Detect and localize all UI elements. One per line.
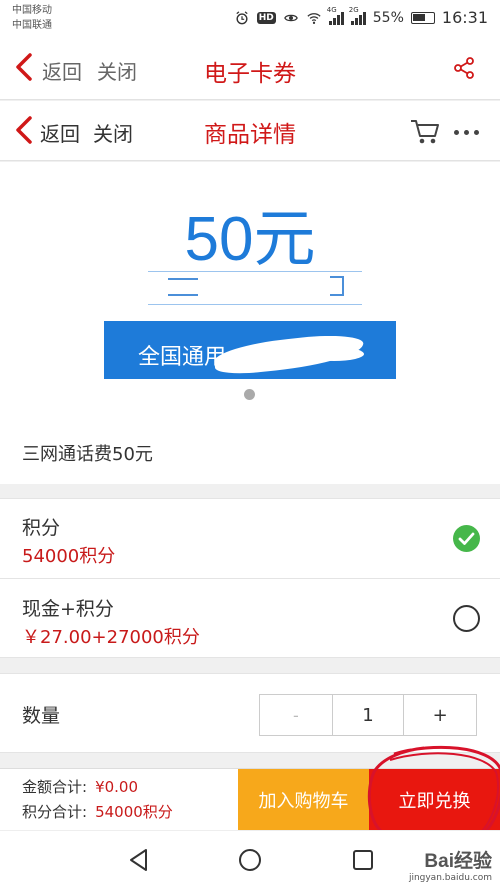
share-icon[interactable] xyxy=(452,56,476,80)
card-banner-text: 全国通用 xyxy=(138,345,227,370)
hd-icon: HD xyxy=(256,11,276,24)
watermark-url: jingyan.baidu.com xyxy=(408,873,492,883)
quantity-value[interactable]: 1 xyxy=(333,695,405,735)
more-icon[interactable] xyxy=(454,120,480,146)
quantity-label: 数量 xyxy=(22,705,61,727)
card-amount: 50元 xyxy=(184,205,316,274)
watermark-brand: Bai经验 xyxy=(424,851,492,872)
signal-4g-icon: 4G xyxy=(327,6,344,25)
status-bar: 中国移动 中国联通 HD 4G 2G 55% 16:31 xyxy=(0,0,500,36)
watermark: Bai经验 jingyan.baidu.com xyxy=(409,846,492,883)
redeem-now-button[interactable]: 立即兑换 xyxy=(369,769,500,831)
carrier-2: 中国联通 xyxy=(12,20,52,31)
option-price: ￥27.00+27000积分 xyxy=(22,627,200,648)
carousel-indicator xyxy=(244,389,255,400)
card-banner: 全国通用 xyxy=(104,321,396,379)
eye-icon xyxy=(283,14,298,21)
quantity-row: 数量 - 1 + xyxy=(0,673,500,753)
status-icons: HD 4G 2G 55% 16:31 xyxy=(234,6,488,27)
payment-options: 积分 54000积分 现金+积分 ￥27.00+27000积分 xyxy=(0,498,500,658)
option-price: 54000积分 xyxy=(22,546,116,567)
product-name: 三网通话费50元 xyxy=(22,444,153,465)
totals: 金额合计: ¥0.00 积分合计: 54000积分 xyxy=(22,775,173,825)
recent-apps-icon[interactable] xyxy=(350,847,376,873)
checkout-bar: 金额合计: ¥0.00 积分合计: 54000积分 加入购物车 立即兑换 xyxy=(0,768,500,831)
network-4g-label: 4G xyxy=(326,5,337,14)
payment-option-points[interactable]: 积分 54000积分 xyxy=(0,499,500,579)
increase-button[interactable]: + xyxy=(404,695,476,735)
quantity-stepper[interactable]: - 1 + xyxy=(259,694,477,736)
back-icon[interactable] xyxy=(126,847,152,873)
total-amount-label: 金额合计: xyxy=(22,778,88,796)
unchecked-radio-icon[interactable] xyxy=(453,605,480,632)
home-icon[interactable] xyxy=(237,847,263,873)
alarm-icon xyxy=(236,10,248,24)
inner-header: 返回 关闭 商品详情 xyxy=(0,101,500,161)
option-label: 积分 xyxy=(22,517,61,539)
wifi-icon xyxy=(307,12,321,24)
clock: 16:31 xyxy=(441,8,488,27)
battery-icon xyxy=(410,11,435,24)
battery-percent: 55% xyxy=(372,9,404,26)
carrier-names: 中国移动 中国联通 xyxy=(12,3,52,33)
product-image-carousel[interactable]: 50元 全国通用 xyxy=(0,162,500,416)
decrease-button[interactable]: - xyxy=(260,695,333,735)
system-nav-bar: Bai经验 jingyan.baidu.com xyxy=(0,830,500,889)
product-name-row: 三网通话费50元 xyxy=(0,416,500,484)
total-points-label: 积分合计: xyxy=(22,803,88,821)
total-points-value: 54000积分 xyxy=(95,803,173,821)
outer-header: 返回 关闭 电子卡券 xyxy=(0,36,500,100)
carrier-1: 中国移动 xyxy=(12,5,52,16)
payment-option-cash-points[interactable]: 现金+积分 ￥27.00+27000积分 xyxy=(0,579,500,659)
redacted-text xyxy=(148,271,362,305)
option-label: 现金+积分 xyxy=(22,598,114,620)
signal-2g-icon: 2G xyxy=(349,6,366,25)
add-to-cart-button[interactable]: 加入购物车 xyxy=(238,769,369,831)
network-2g-label: 2G xyxy=(348,5,359,14)
checked-radio-icon[interactable] xyxy=(453,525,480,552)
cart-icon[interactable] xyxy=(410,118,440,146)
outer-page-title: 电子卡券 xyxy=(204,61,296,87)
total-amount-value: ¥0.00 xyxy=(95,778,139,796)
